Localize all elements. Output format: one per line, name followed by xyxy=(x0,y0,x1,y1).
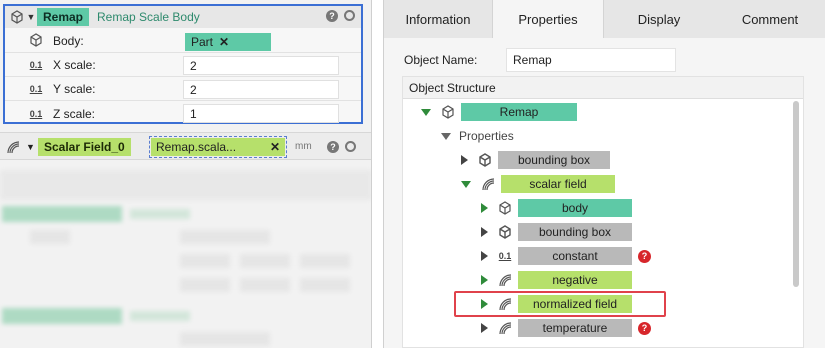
decimal-icon: 0.1 xyxy=(498,251,512,261)
collapse-arrow-icon[interactable] xyxy=(481,323,488,333)
body-row: Body: Part ✕ xyxy=(5,30,361,53)
highlight-box xyxy=(454,291,666,317)
tree-label-temperature: temperature xyxy=(518,319,632,337)
tree-node-negative[interactable]: negative xyxy=(481,269,632,291)
x-scale-row: 0.1 X scale: 2 xyxy=(5,54,361,77)
blurred-bar xyxy=(0,170,371,200)
remap-header[interactable]: ▼ Remap Remap Scale Body ? xyxy=(5,6,361,28)
collapse-arrow-icon[interactable] xyxy=(461,155,468,165)
body-icon xyxy=(9,9,25,25)
y-scale-row: 0.1 Y scale: 2 xyxy=(5,78,361,101)
decimal-icon: 0.1 xyxy=(29,108,43,119)
blurred-header xyxy=(0,306,360,326)
field-icon xyxy=(496,319,514,337)
box-icon xyxy=(496,223,514,241)
remap-subtitle: Remap Scale Body xyxy=(97,10,200,24)
right-panel: Information Properties Display Comment O… xyxy=(383,0,825,348)
tree-label-negative: negative xyxy=(518,271,632,289)
tree-node-bounding-box[interactable]: bounding box xyxy=(461,149,610,171)
error-icon[interactable]: ? xyxy=(638,321,651,335)
object-name-label: Object Name: xyxy=(404,53,478,67)
tree-label-bounding-box: bounding box xyxy=(498,151,610,169)
scalar-field-title: Scalar Field_0 xyxy=(38,138,131,156)
z-scale-row: 0.1 Z scale: 1 xyxy=(5,102,361,125)
expand-arrow-icon[interactable] xyxy=(421,108,431,116)
error-icon[interactable]: ? xyxy=(638,249,651,263)
x-scale-input[interactable]: 2 xyxy=(183,56,339,75)
tree-node-scalar-field[interactable]: scalar field xyxy=(461,173,615,195)
collapse-arrow-icon[interactable] xyxy=(481,275,488,285)
x-scale-label: X scale: xyxy=(53,58,96,72)
close-icon[interactable]: ✕ xyxy=(270,140,280,154)
remap-header-icons: ? xyxy=(326,10,355,22)
blurred-header xyxy=(0,204,360,224)
tab-properties[interactable]: Properties xyxy=(492,0,604,38)
tab-display[interactable]: Display xyxy=(604,0,714,38)
tab-bar: Information Properties Display Comment xyxy=(384,0,825,38)
collapse-arrow-icon[interactable] xyxy=(481,227,488,237)
help-icon[interactable]: ? xyxy=(326,10,338,22)
scalar-field-header[interactable]: ▼ Scalar Field_0 xyxy=(4,136,131,158)
scalar-field-chip[interactable]: Remap.scala... ✕ xyxy=(149,136,287,158)
tree-label-bounding-box-2: bounding box xyxy=(518,223,632,241)
tree-label-body: body xyxy=(518,199,632,217)
tree-node-properties[interactable]: Properties xyxy=(441,125,514,147)
tree-label-constant: constant xyxy=(518,247,632,265)
tab-information[interactable]: Information xyxy=(384,0,492,38)
scalar-field-chip-label: Remap.scala... xyxy=(156,140,237,154)
tree-node-body[interactable]: body xyxy=(481,197,632,219)
y-scale-input[interactable]: 2 xyxy=(183,80,339,99)
tree-label-properties: Properties xyxy=(459,129,514,143)
field-icon xyxy=(496,271,514,289)
body-icon xyxy=(496,199,514,217)
decimal-icon: 0.1 xyxy=(29,84,43,94)
tab-comment[interactable]: Comment xyxy=(714,0,825,38)
y-scale-label: Y scale: xyxy=(53,82,96,96)
expand-arrow-icon[interactable] xyxy=(441,132,451,140)
body-value-chip[interactable]: Part ✕ xyxy=(185,33,271,51)
help-icon[interactable]: ? xyxy=(327,141,339,153)
z-scale-label: Z scale: xyxy=(53,106,96,121)
box-icon xyxy=(476,151,494,169)
body-value: Part xyxy=(191,35,214,49)
chevron-down-icon[interactable]: ▼ xyxy=(26,142,38,152)
remap-block[interactable]: ▼ Remap Remap Scale Body ? Body: Part ✕ xyxy=(3,4,363,124)
blurred-background-panels xyxy=(0,166,371,348)
close-icon[interactable]: ✕ xyxy=(219,35,229,49)
body-icon xyxy=(27,33,45,49)
expand-arrow-icon[interactable] xyxy=(461,180,471,188)
remap-title: Remap xyxy=(37,8,90,26)
tree-label-remap: Remap xyxy=(461,103,577,121)
tree-label-scalar-field: scalar field xyxy=(501,175,615,193)
tree-node-constant[interactable]: 0.1 constant ? xyxy=(481,245,651,267)
collapse-arrow-icon[interactable] xyxy=(481,251,488,261)
collapse-arrow-icon[interactable] xyxy=(481,203,488,213)
field-icon xyxy=(4,138,22,156)
scalar-field-block[interactable]: ▼ Scalar Field_0 Remap.scala... ✕ mm ? xyxy=(0,132,371,160)
object-name-input[interactable]: Remap xyxy=(506,48,676,72)
z-scale-input[interactable]: 1 xyxy=(183,104,339,123)
app-root: ▼ Remap Remap Scale Body ? Body: Part ✕ xyxy=(0,0,825,348)
unit-label: mm xyxy=(295,141,312,152)
body-label: Body: xyxy=(53,34,84,48)
object-structure-header: Object Structure xyxy=(403,77,803,99)
body-icon xyxy=(439,103,457,121)
status-circle-icon[interactable] xyxy=(345,141,356,152)
status-circle-icon[interactable] xyxy=(344,10,355,21)
decimal-icon: 0.1 xyxy=(29,60,43,70)
tree-node-remap[interactable]: Remap xyxy=(421,101,577,123)
left-panel: ▼ Remap Remap Scale Body ? Body: Part ✕ xyxy=(0,0,372,348)
tree-node-bounding-box[interactable]: bounding box xyxy=(481,221,632,243)
tree-node-temperature[interactable]: temperature ? xyxy=(481,317,651,339)
vertical-scrollbar[interactable] xyxy=(793,101,799,287)
field-icon xyxy=(479,175,497,193)
scalar-field-header-icons: ? xyxy=(327,141,356,153)
chevron-down-icon[interactable]: ▼ xyxy=(25,12,37,22)
object-name-row: Object Name: Remap xyxy=(404,48,676,72)
